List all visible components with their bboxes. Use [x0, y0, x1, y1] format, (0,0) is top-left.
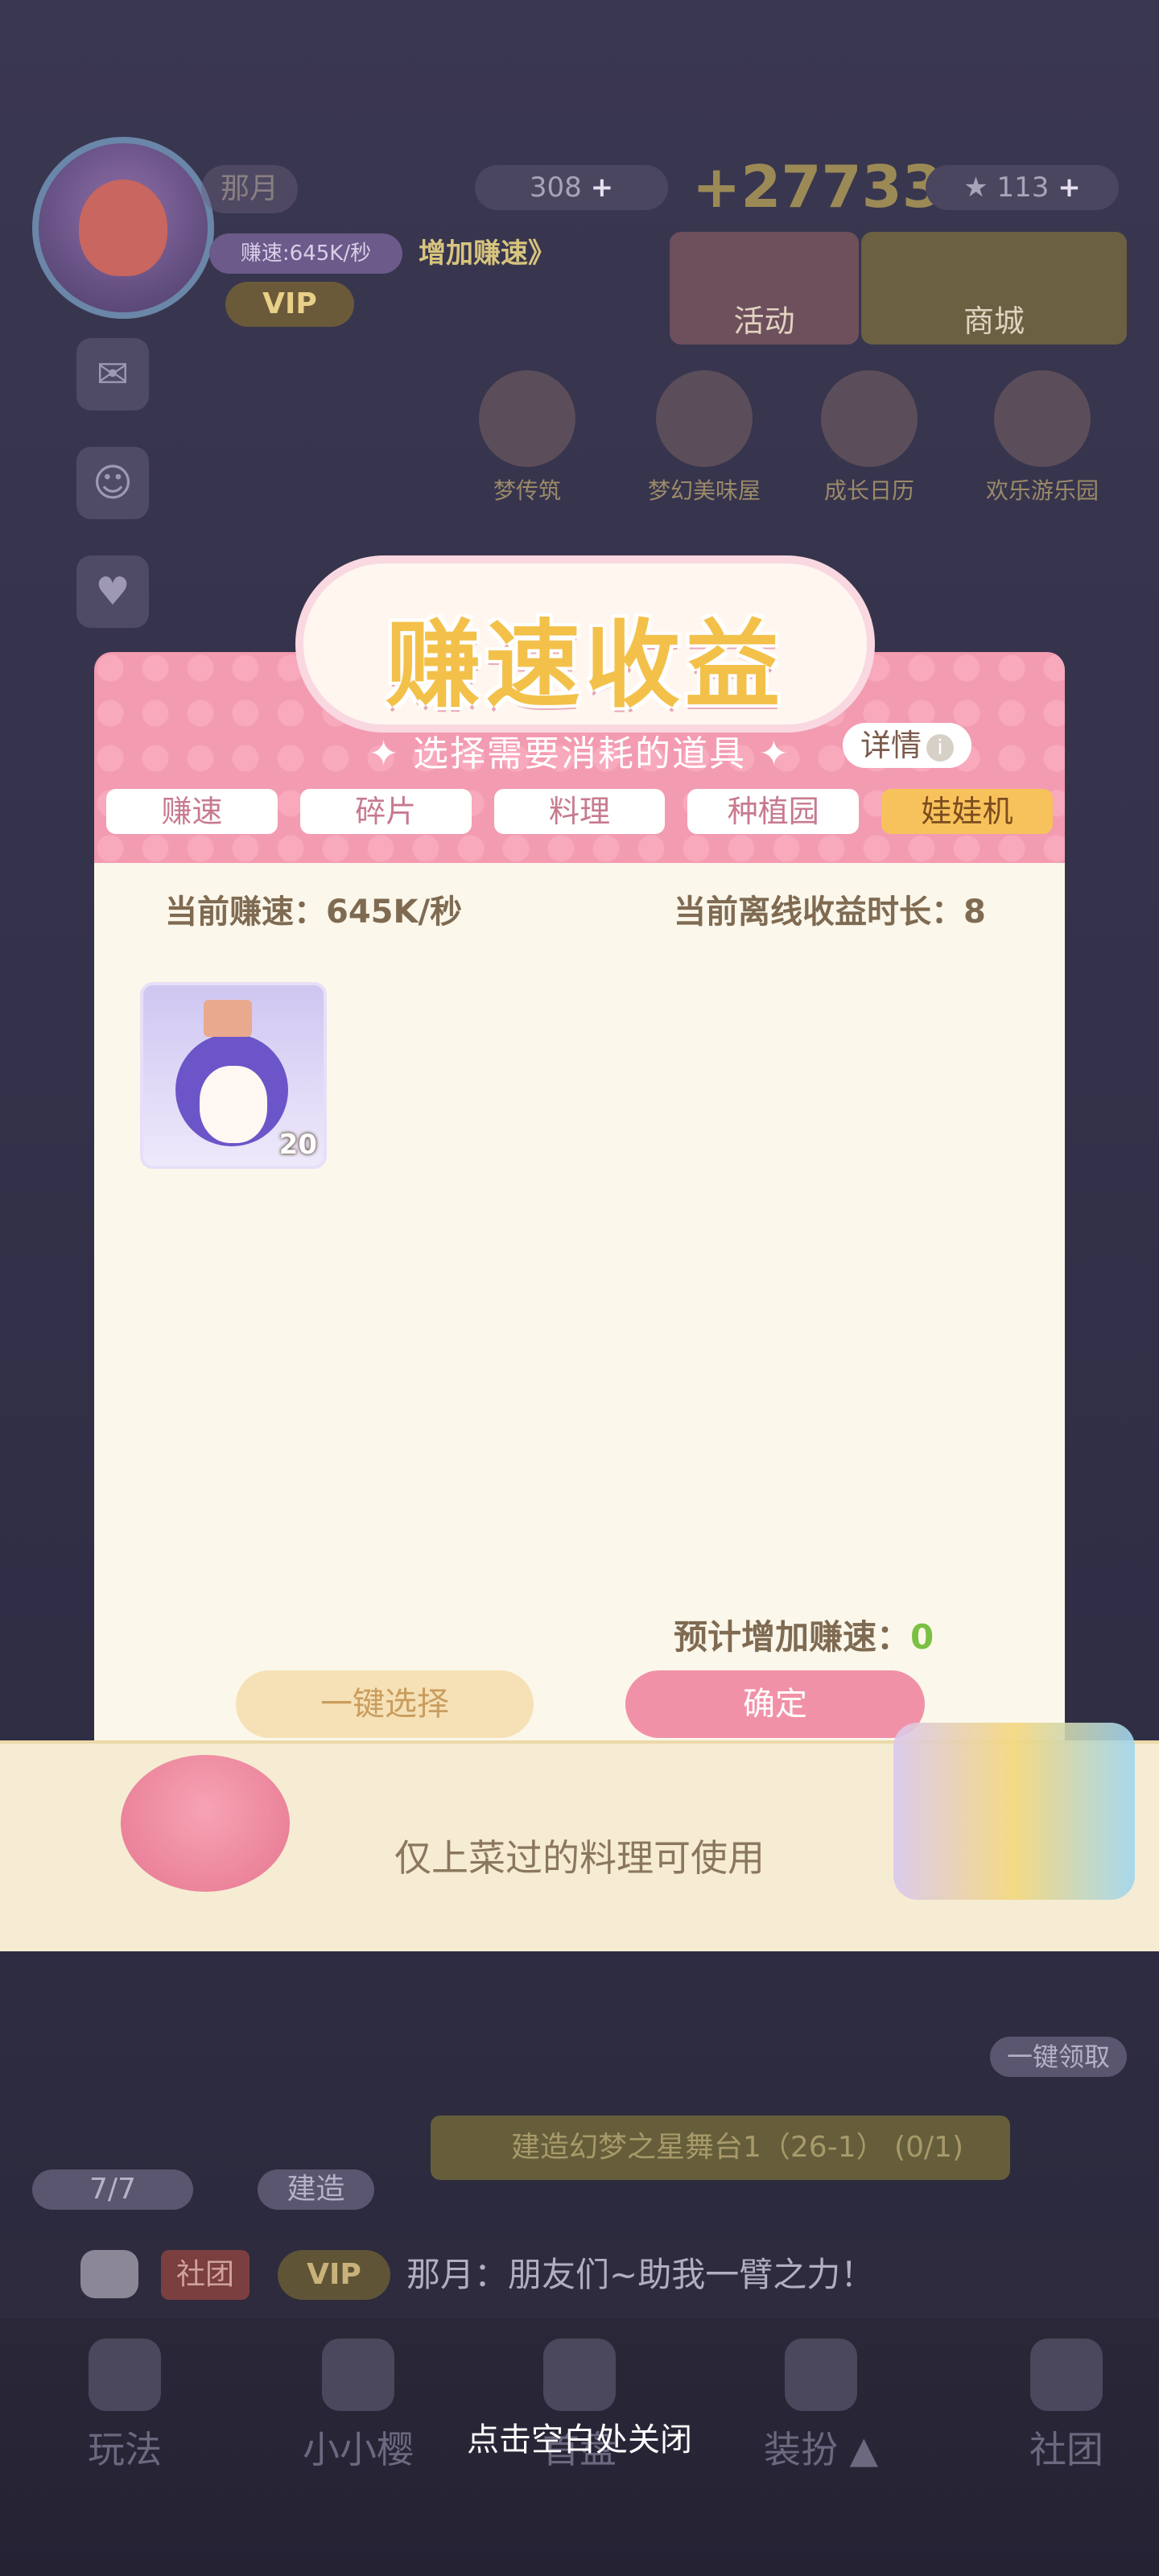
- tab-earn-speed[interactable]: 赚速: [106, 789, 278, 834]
- build-button[interactable]: 建造: [258, 2169, 374, 2210]
- brush-icon: [785, 2339, 857, 2411]
- detail-button[interactable]: 详情 i: [843, 723, 971, 768]
- item-tabs: 赚速 碎片 料理 种植园 娃娃机: [106, 789, 1053, 834]
- chat-vip-tag: VIP: [278, 2250, 390, 2300]
- top-activity-2[interactable]: 梦幻美味屋: [628, 370, 781, 506]
- confirm-button[interactable]: 确定: [625, 1670, 925, 1738]
- earn-speed-display: 赚速:645K/秒: [209, 233, 402, 274]
- player-name: 那月: [201, 165, 298, 213]
- top-activity-3[interactable]: 成长日历: [801, 370, 938, 506]
- modal-title: 赚速收益: [385, 609, 785, 720]
- gem-add-icon[interactable]: +: [591, 171, 614, 204]
- activity-button[interactable]: 活动: [670, 232, 859, 345]
- footer-note: 仅上菜过的料理可使用: [394, 1836, 765, 1880]
- sakura-icon: [322, 2339, 394, 2411]
- increase-speed-link[interactable]: 增加赚速》: [419, 232, 555, 275]
- top-activity-label: 成长日历: [823, 477, 914, 504]
- gem-value: 308: [529, 171, 582, 204]
- phone-icon: [89, 2339, 161, 2411]
- cake-icon: [656, 370, 753, 467]
- current-speed: 当前赚速：645K/秒: [165, 894, 463, 931]
- offline-duration: 当前离线收益时长：8: [674, 894, 986, 931]
- calendar-icon: [821, 370, 918, 467]
- gem-counter: 308 +: [475, 165, 668, 210]
- top-activity-label: 梦幻美味屋: [647, 477, 761, 504]
- star-counter: ★ 113 +: [926, 165, 1119, 210]
- vip-badge[interactable]: VIP: [225, 282, 354, 327]
- predict-value: 0: [910, 1617, 934, 1657]
- tab-cooking[interactable]: 料理: [493, 789, 666, 834]
- top-activity-4[interactable]: 欢乐游乐园: [962, 370, 1123, 506]
- teacup-icon: [1030, 2339, 1103, 2411]
- purse-icon: [479, 370, 575, 467]
- shop-label: 商城: [963, 303, 1025, 339]
- heart-bot-icon[interactable]: ♥: [76, 555, 149, 628]
- detail-label: 详情: [860, 728, 922, 763]
- avatar-character: [79, 180, 167, 276]
- title-banner: 赚速收益: [303, 564, 867, 724]
- ferris-wheel-icon: [994, 370, 1091, 467]
- item-count: 20: [278, 1129, 317, 1161]
- tab-plantation[interactable]: 种植园: [687, 789, 860, 834]
- penguin-belly: [200, 1066, 267, 1143]
- close-hint[interactable]: 点击空白处关闭: [0, 2413, 1159, 2460]
- activity-label: 活动: [733, 303, 795, 339]
- player-avatar[interactable]: [32, 137, 214, 319]
- tab-claw-machine[interactable]: 娃娃机: [881, 789, 1053, 834]
- star-add-icon[interactable]: +: [1058, 171, 1081, 204]
- predicted-increase: 预计增加赚速：0: [674, 1610, 934, 1659]
- info-icon: i: [926, 733, 954, 762]
- build-task-banner[interactable]: 建造幻梦之星舞台1（26-1） (0/1): [431, 2116, 1010, 2180]
- claim-all-button[interactable]: 一键领取: [990, 2037, 1127, 2077]
- friends-icon[interactable]: ☺: [76, 447, 149, 519]
- penguin-hat: [204, 1000, 252, 1037]
- select-all-button[interactable]: 一键选择: [236, 1670, 534, 1738]
- star-value: 113: [996, 171, 1050, 204]
- predict-label: 预计增加赚速：: [674, 1617, 911, 1657]
- chat-club-tag: 社团: [161, 2250, 250, 2300]
- mail-icon[interactable]: ✉: [76, 338, 149, 411]
- top-activity-label: 梦传筑: [493, 477, 561, 504]
- item-slot[interactable]: 20: [140, 982, 327, 1169]
- chat-icon[interactable]: [80, 2250, 138, 2298]
- tab-fragments[interactable]: 碎片: [299, 789, 472, 834]
- top-activity-label: 欢乐游乐园: [985, 477, 1099, 504]
- home-emblem-icon: [543, 2339, 616, 2411]
- gift-counter: 7/7: [32, 2169, 193, 2210]
- top-activity-1[interactable]: 梦传筑: [459, 370, 596, 506]
- gold-counter: +27733: [692, 153, 942, 221]
- shop-button[interactable]: 商城: [861, 232, 1127, 345]
- chat-message: 那月：朋友们~助我一臂之力！: [406, 2255, 875, 2294]
- star-icon: ★: [963, 171, 988, 204]
